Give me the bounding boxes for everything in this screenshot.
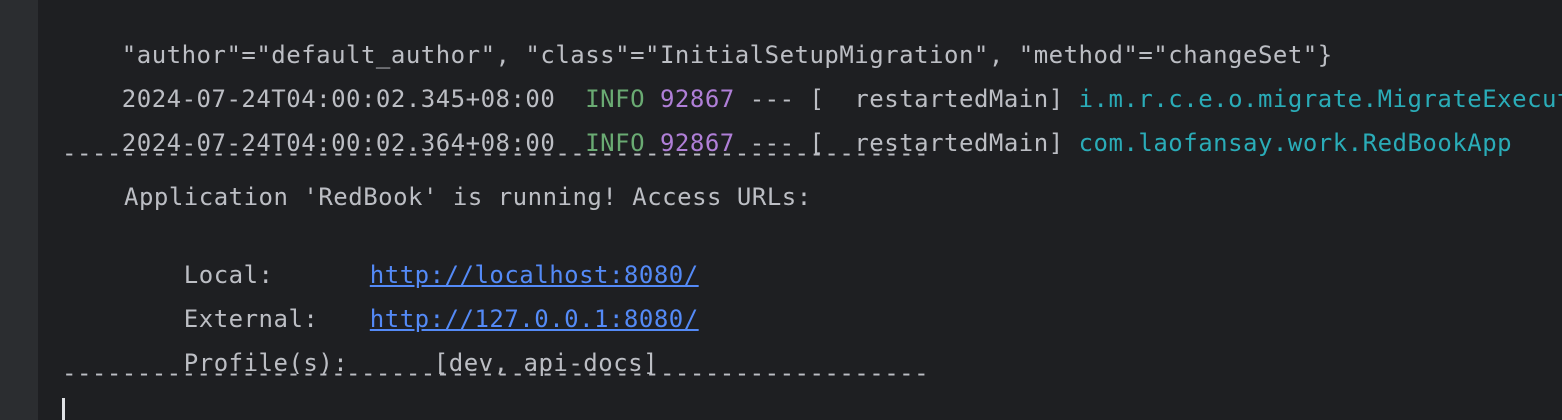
external-url-cell: http://127.0.0.1:8080/ [310, 268, 699, 333]
log-line-changeset: "author"="default_author", "class"="Init… [62, 4, 1333, 69]
log-logger[interactable]: com.laofansay.work.RedBookApp [1079, 129, 1513, 157]
external-url-row: External: [124, 268, 318, 333]
separator-line-top: ----------------------------------------… [62, 139, 930, 167]
profiles-cell: [dev, api-docs] [374, 312, 658, 377]
console-gutter [0, 0, 38, 420]
log-line: 2024-07-24T04:00:02.364+08:00 INFO 92867… [62, 92, 1512, 157]
text-cursor [62, 398, 65, 420]
separator-line-bottom: ----------------------------------------… [62, 359, 930, 387]
local-url-row: Local: [124, 224, 274, 289]
local-url-cell: http://localhost:8080/ [310, 224, 699, 289]
log-line: 2024-07-24T04:00:02.345+08:00 INFO 92867… [62, 48, 1562, 113]
run-console-output[interactable]: "author"="default_author", "class"="Init… [38, 0, 1562, 420]
profiles-row: Profile(s): [124, 312, 348, 377]
app-running-message: Application 'RedBook' is running! Access… [124, 183, 812, 211]
